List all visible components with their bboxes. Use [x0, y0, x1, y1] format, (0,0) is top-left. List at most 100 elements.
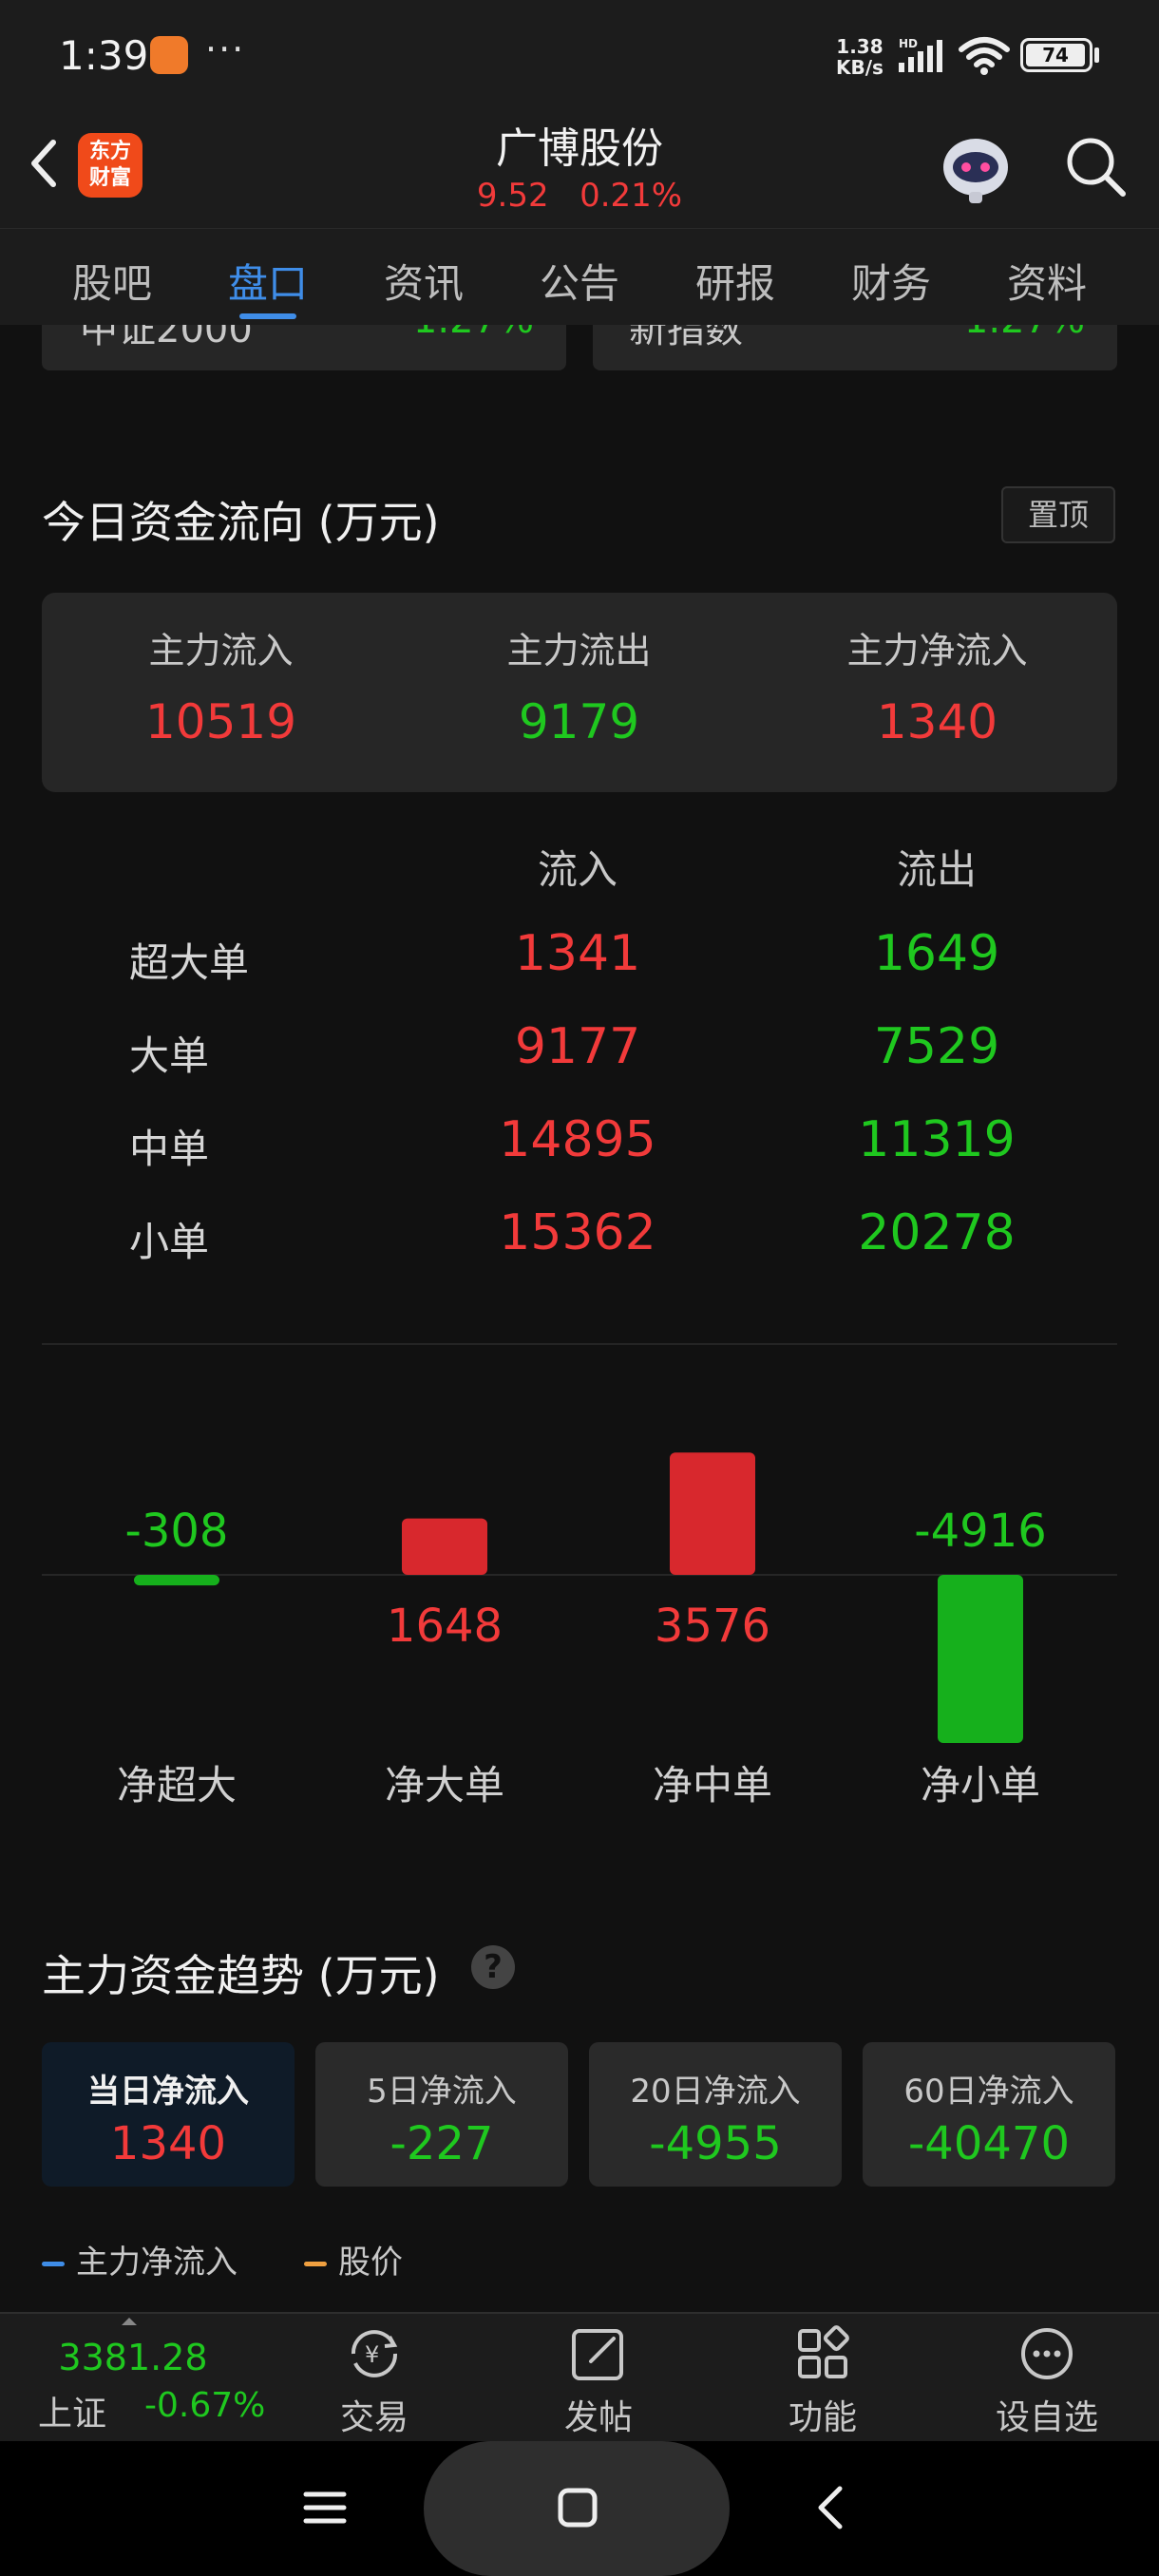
index-card-right-name: 新指数	[629, 325, 743, 351]
shanghai-index-value[interactable]: 3381.28	[48, 2337, 218, 2378]
trend-card-60d-value: -40470	[907, 2117, 1070, 2170]
legend-main-net-inflow-label: 主力净流入	[76, 2244, 238, 2282]
trend-card-20d-value: -4955	[649, 2117, 782, 2170]
trend-card-5d[interactable]: 5日净流入 -227	[315, 2042, 568, 2187]
main-force-summary: 主力流入 10519 主力流出 9179 主力净流入 1340	[42, 593, 1117, 792]
row-medium-inflow: 14895	[499, 1111, 656, 1168]
network-speed-value: 1.38	[836, 35, 884, 58]
chart-value-label-1: -308	[125, 1505, 229, 1558]
trend-title: 主力资金趋势 (万元)	[42, 1950, 440, 2001]
active-tab-indicator	[239, 313, 296, 319]
trend-card-60d[interactable]: 60日净流入 -40470	[863, 2042, 1115, 2187]
nav-add-watchlist-label: 设自选	[995, 2398, 1098, 2437]
tab-announcements[interactable]: 公告	[513, 252, 646, 310]
main-net-inflow: 主力净流入 1340	[758, 621, 1116, 749]
main-net-inflow-value: 1340	[876, 694, 998, 749]
row-small-outflow: 20278	[858, 1204, 1016, 1261]
status-time: 1:39	[59, 32, 149, 79]
chart-value-label-4: -4916	[914, 1505, 1046, 1558]
trend-card-20d-label: 20日净流入	[630, 2073, 801, 2111]
main-inflow: 主力流入 10519	[42, 621, 400, 749]
stock-price: 9.52	[476, 177, 549, 215]
tab-bar: 股吧 盘口 资讯 公告 研报 财务 资料	[0, 228, 1159, 325]
notification-app-icon	[150, 36, 188, 74]
status-more-icon: ···	[205, 28, 246, 70]
trend-card-today-value: 1340	[109, 2117, 227, 2170]
chart-category-label-4: 净小单	[921, 1762, 1040, 1809]
row-label-medium: 中单	[129, 1126, 210, 1172]
home-square-icon	[558, 2488, 598, 2528]
tab-finance[interactable]: 财务	[825, 252, 958, 310]
compose-icon	[572, 2329, 623, 2380]
main-outflow-label: 主力流出	[506, 630, 652, 672]
nav-add-watchlist[interactable]: 设自选	[971, 2323, 1123, 2439]
row-small-inflow: 15362	[499, 1204, 656, 1261]
tab-research[interactable]: 研报	[669, 252, 802, 310]
system-back-icon[interactable]	[809, 2481, 851, 2534]
tab-profile[interactable]: 资料	[980, 252, 1113, 310]
trade-yen-icon: ¥	[351, 2330, 398, 2377]
index-card-left[interactable]: 中证2000 1.27%	[42, 325, 566, 370]
chart-bar-2	[402, 1518, 487, 1575]
legend-main-net-inflow: 主力净流入	[42, 2236, 238, 2282]
grid-apps-icon	[798, 2325, 849, 2378]
cellular-signal-icon: HD	[899, 38, 942, 72]
nav-post[interactable]: 发帖	[522, 2323, 674, 2439]
trend-card-today[interactable]: 当日净流入 1340	[42, 2042, 294, 2187]
nav-functions-label: 功能	[788, 2398, 857, 2437]
nav-functions[interactable]: 功能	[747, 2323, 899, 2439]
trend-card-60d-label: 60日净流入	[903, 2073, 1074, 2111]
tab-guba[interactable]: 股吧	[46, 252, 179, 310]
pin-top-button[interactable]: 置顶	[1001, 486, 1115, 543]
index-card-right-value: 1.27%	[964, 325, 1085, 342]
robot-assistant-icon[interactable]	[935, 131, 1016, 207]
chart-category-label-3: 净中单	[653, 1762, 772, 1809]
help-icon[interactable]: ?	[471, 1945, 515, 1989]
tab-news[interactable]: 资讯	[357, 252, 490, 310]
back-arrow-icon[interactable]	[21, 133, 66, 194]
menu-icon[interactable]	[300, 2483, 350, 2532]
battery-tip	[1094, 47, 1099, 63]
legend-stock-price-label: 股价	[338, 2244, 403, 2282]
fund-flow-title: 今日资金流向 (万元)	[42, 497, 440, 548]
tab-pankou[interactable]: 盘口	[201, 252, 334, 310]
section-divider	[42, 1343, 1117, 1345]
trend-card-5d-value: -227	[390, 2117, 494, 2170]
index-card-left-value: 1.27%	[413, 325, 534, 342]
more-dots-icon	[1021, 2328, 1073, 2379]
trend-card-5d-label: 5日净流入	[367, 2073, 517, 2111]
logo-line-1: 东方	[88, 140, 131, 163]
main-inflow-label: 主力流入	[148, 630, 294, 672]
stock-quote: 9.52 0.21%	[390, 177, 770, 215]
chart-value-label-3: 3576	[655, 1600, 770, 1653]
chart-bar-3	[670, 1452, 755, 1575]
battery-icon: 74	[1020, 38, 1092, 72]
chart-bar-1	[134, 1575, 219, 1586]
shanghai-index-name[interactable]: 上证	[38, 2386, 106, 2435]
search-icon[interactable]	[1062, 133, 1129, 199]
main-outflow-value: 9179	[518, 694, 640, 749]
table-header-inflow: 流入	[537, 846, 618, 893]
row-super-large-inflow: 1341	[514, 925, 641, 982]
nav-trade-label: 交易	[339, 2398, 408, 2437]
wifi-icon	[959, 37, 1010, 75]
main-outflow: 主力流出 9179	[400, 621, 758, 749]
network-speed: 1.38 KB/s	[836, 36, 884, 78]
main-net-inflow-label: 主力净流入	[846, 630, 1028, 672]
eastmoney-logo[interactable]: 东方 财富	[78, 133, 142, 198]
stock-name: 广博股份	[496, 124, 663, 173]
trend-card-20d[interactable]: 20日净流入 -4955	[589, 2042, 842, 2187]
shanghai-index-change[interactable]: -0.67%	[144, 2386, 265, 2425]
index-collapse-icon[interactable]	[120, 2316, 139, 2327]
row-large-inflow: 9177	[514, 1018, 641, 1075]
trend-card-today-label: 当日净流入	[87, 2073, 249, 2111]
row-large-outflow: 7529	[873, 1018, 1000, 1075]
row-super-large-outflow: 1649	[873, 925, 1000, 982]
index-card-right[interactable]: 新指数 1.27%	[593, 325, 1117, 370]
battery-level: 74	[1026, 44, 1085, 66]
chart-bar-4	[938, 1575, 1023, 1743]
legend-stock-price-swatch	[304, 2262, 327, 2266]
chart-value-label-2: 1648	[387, 1600, 503, 1653]
nav-trade[interactable]: ¥ 交易	[298, 2323, 450, 2439]
legend-stock-price: 股价	[304, 2236, 403, 2282]
